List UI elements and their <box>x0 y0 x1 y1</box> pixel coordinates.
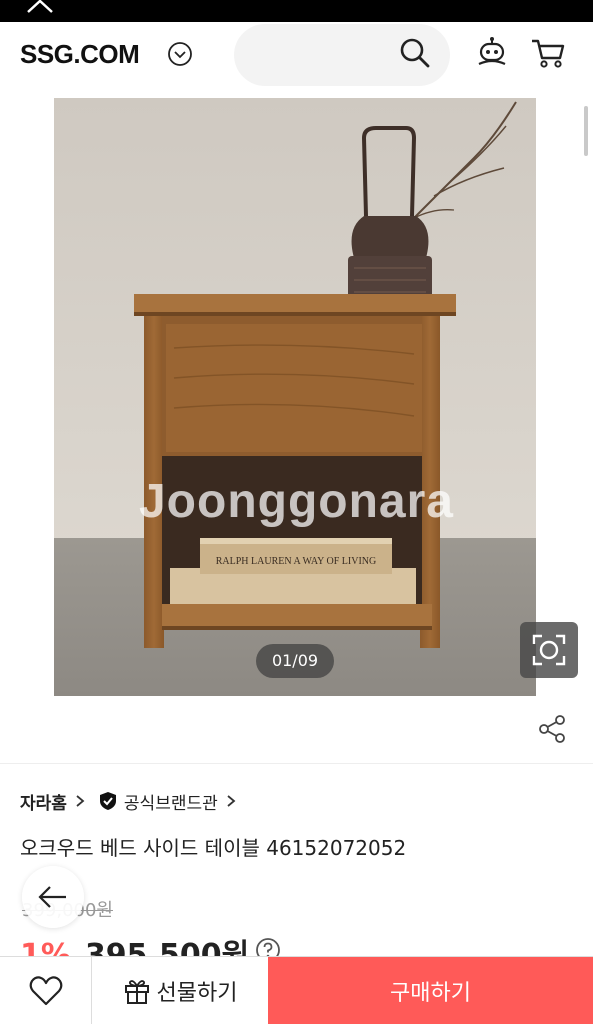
product-image-gallery[interactable]: RALPH LAUREN A WAY OF LIVING Joonggonara… <box>0 98 593 696</box>
search-icon[interactable] <box>398 36 432 70</box>
gift-icon <box>124 980 149 1004</box>
chevron-up-icon[interactable] <box>26 0 54 18</box>
buy-label: 구매하기 <box>390 981 471 1006</box>
arrow-left-icon[interactable] <box>22 118 58 152</box>
arrow-left-icon <box>38 886 66 908</box>
brand-row: 자라홈 공식브랜드관 <box>20 789 236 814</box>
gift-label: 선물하기 <box>156 981 238 1006</box>
scrollbar[interactable] <box>584 106 588 156</box>
share-icon[interactable] <box>538 714 566 744</box>
official-brand-label: 공식브랜드관 <box>123 793 218 814</box>
camera-lens-icon <box>532 634 566 666</box>
status-bar <box>0 0 593 22</box>
buy-button[interactable]: 구매하기 <box>268 957 593 1024</box>
product-title: 오크우드 베드 사이드 테이블 46152072052 <box>20 836 407 860</box>
product-photo[interactable]: RALPH LAUREN A WAY OF LIVING <box>54 98 536 696</box>
cart-icon[interactable] <box>530 36 566 70</box>
brand-link[interactable]: 자라홈 <box>20 789 67 814</box>
chevron-down-circle-icon[interactable] <box>167 41 193 67</box>
header: SSG.COM <box>0 22 593 98</box>
official-brand-link[interactable]: 공식브랜드관 <box>99 789 236 814</box>
image-search-button[interactable] <box>520 622 578 678</box>
chatbot-icon[interactable] <box>475 36 509 70</box>
book-spine-text: RALPH LAUREN A WAY OF LIVING <box>216 556 376 567</box>
bottom-action-bar: 선물하기 구매하기 <box>0 956 593 1024</box>
ssg-logo[interactable]: SSG.COM <box>20 39 140 70</box>
image-counter: 01/09 <box>256 644 334 678</box>
watermark: Joonggonara <box>138 475 454 528</box>
shield-check-icon <box>99 792 116 810</box>
chevron-right-icon <box>76 795 85 807</box>
chevron-right-icon <box>227 795 236 807</box>
heart-icon <box>29 976 62 1006</box>
share-row <box>0 696 593 764</box>
floating-back-button[interactable] <box>22 866 84 928</box>
like-button[interactable] <box>0 957 92 1024</box>
gift-button[interactable]: 선물하기 <box>92 957 268 1024</box>
